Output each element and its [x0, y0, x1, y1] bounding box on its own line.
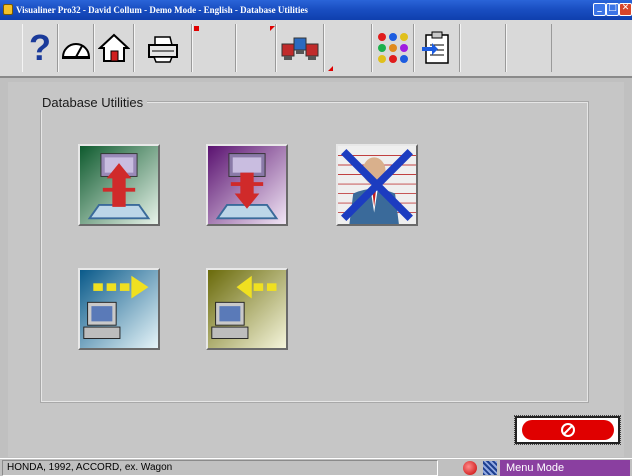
corner-marker [194, 26, 199, 31]
clipboard-arrow-icon [422, 31, 449, 64]
restore-database-icon [208, 146, 286, 224]
colored-dots-icon [378, 33, 408, 63]
backup-database-icon [80, 146, 158, 224]
blank-button-4[interactable] [460, 24, 506, 72]
vehicle-button[interactable] [276, 24, 324, 72]
help-icon: ? [29, 27, 51, 68]
vehicle-status: HONDA, 1992, ACCORD, ex. Wagon [2, 460, 438, 476]
home-button[interactable] [94, 24, 134, 72]
delete-customer-button[interactable] [336, 144, 418, 226]
import-data-button[interactable] [206, 268, 288, 350]
print-button[interactable] [134, 24, 192, 72]
window-title: Visualiner Pro32 - David Collum - Demo M… [16, 5, 308, 15]
export-data-button[interactable] [78, 268, 160, 350]
import-data-icon [208, 270, 286, 348]
gauge-icon [61, 43, 91, 59]
blank-button-1[interactable] [192, 24, 236, 72]
minimize-button[interactable]: _ [593, 3, 606, 16]
toolbar: ? [0, 20, 632, 78]
main-area [8, 82, 624, 457]
mode-indicator: Menu Mode [500, 460, 630, 476]
network-icon [483, 461, 497, 475]
blank-button-5[interactable] [506, 24, 552, 72]
panel-title: Database Utilities [38, 95, 148, 110]
export-data-icon [80, 270, 158, 348]
delete-customer-icon [338, 146, 416, 224]
status-bar: HONDA, 1992, ACCORD, ex. Wagon Menu Mode [0, 458, 632, 476]
home-icon [98, 33, 130, 62]
cancel-icon [521, 420, 614, 440]
alignment-button[interactable] [372, 24, 414, 72]
printer-icon [148, 36, 178, 63]
app-icon [3, 4, 13, 15]
maximize-button[interactable]: □ [606, 3, 619, 16]
blank-button-2[interactable] [236, 24, 276, 72]
blank-button-3[interactable] [324, 24, 372, 72]
restore-database-button[interactable] [206, 144, 288, 226]
cancel-button[interactable] [514, 415, 621, 445]
gauge-button[interactable] [58, 24, 94, 72]
backup-database-button[interactable] [78, 144, 160, 226]
title-bar: Visualiner Pro32 - David Collum - Demo M… [0, 0, 632, 20]
cars-icon [281, 37, 319, 60]
corner-marker [270, 26, 275, 31]
report-button[interactable] [414, 24, 460, 72]
alert-icon [463, 461, 477, 475]
close-button[interactable]: ✕ [619, 3, 632, 16]
help-button[interactable]: ? [22, 24, 58, 72]
